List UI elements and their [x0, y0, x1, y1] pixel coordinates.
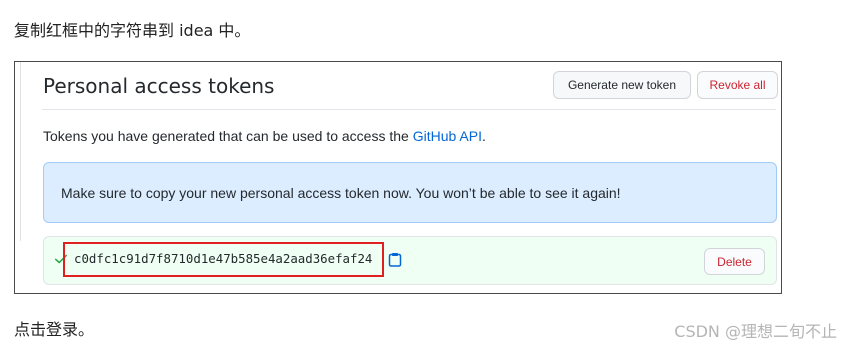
delete-token-button[interactable]: Delete: [704, 248, 765, 275]
generate-new-token-button[interactable]: Generate new token: [553, 71, 691, 99]
left-divider: [20, 62, 21, 241]
red-highlight-box: [63, 242, 384, 277]
tokens-header: Personal access tokens Generate new toke…: [42, 62, 778, 110]
watermark: CSDN @理想二旬不止: [674, 322, 837, 341]
github-api-link[interactable]: GitHub API: [413, 128, 482, 144]
description-suffix: .: [481, 128, 486, 144]
description-prefix: Tokens you have generated that can be us…: [43, 128, 413, 144]
revoke-all-button[interactable]: Revoke all: [697, 71, 778, 99]
outro-text: 点击登录。: [14, 320, 95, 339]
github-screenshot: Personal access tokens Generate new toke…: [14, 61, 782, 294]
clipboard-copy-icon[interactable]: [388, 252, 402, 267]
flash-notice: Make sure to copy your new personal acce…: [43, 162, 777, 223]
page-title: Personal access tokens: [43, 74, 275, 98]
flash-message: Make sure to copy your new personal acce…: [61, 185, 621, 201]
tokens-description: Tokens you have generated that can be us…: [43, 128, 486, 144]
new-token-row: c0dfc1c91d7f8710d1e47b585e4a2aad36efaf24…: [43, 236, 777, 285]
intro-text: 复制红框中的字符串到 idea 中。: [14, 21, 251, 40]
